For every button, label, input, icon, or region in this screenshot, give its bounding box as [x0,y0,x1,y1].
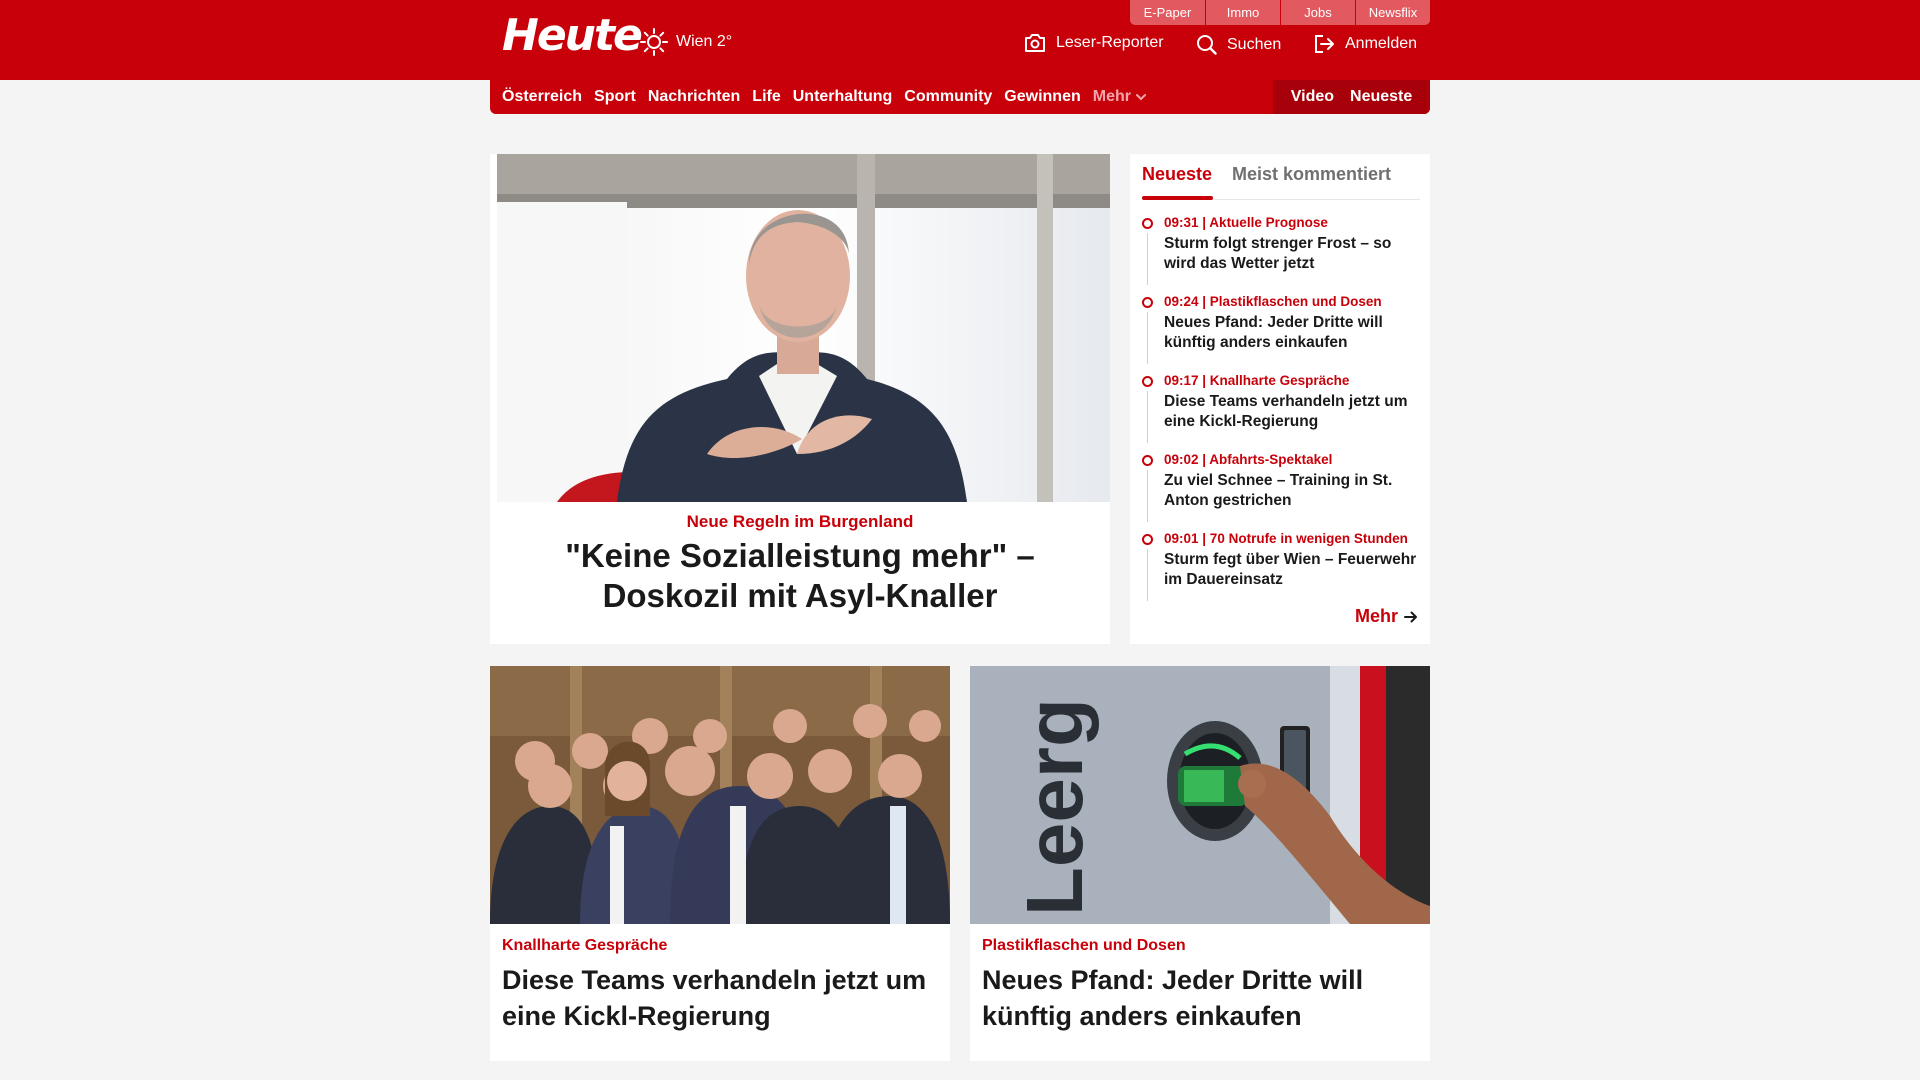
tab-meist-kommentiert[interactable]: Meist kommentiert [1232,164,1391,185]
sidebar-tabs: Neueste Meist kommentiert [1142,164,1420,200]
feed-item-title[interactable]: Zu viel Schnee – Training in St. Anton g… [1164,471,1422,511]
timeline-line [1147,391,1148,443]
site-logo[interactable]: Heute [502,10,643,61]
timeline-line [1147,549,1148,601]
feed-item-title[interactable]: Neues Pfand: Jeder Dritte will künftig a… [1164,313,1422,353]
nav-life[interactable]: Life [752,88,780,106]
sun-icon [640,28,668,56]
nav-nachrichten[interactable]: Nachrichten [648,88,740,106]
search-label: Suchen [1227,35,1282,53]
feed-item[interactable]: 09:31 | Aktuelle Prognose Sturm folgt st… [1142,214,1422,293]
feed-item-meta: 09:17 | Knallharte Gespräche [1164,373,1350,388]
timeline-line [1147,470,1148,522]
search-button[interactable]: Suchen [1196,34,1281,55]
news-feed: 09:31 | Aktuelle Prognose Sturm folgt st… [1142,214,1422,609]
article-card-image[interactable]: Leerg [970,666,1430,924]
nav-more-dropdown[interactable]: Mehr [1093,88,1147,106]
login-button[interactable]: Anmelden [1314,34,1417,54]
main-nav: Österreich Sport Nachrichten Life Unterh… [490,80,1430,114]
top-link-epaper[interactable]: E-Paper [1130,0,1205,25]
nav-community[interactable]: Community [904,88,992,106]
timeline-line [1147,312,1148,364]
sidebar-more-label: Mehr [1354,606,1398,626]
feed-item[interactable]: 09:01 | 70 Notrufe in wenigen Stunden St… [1142,530,1422,609]
feed-item-meta: 09:24 | Plastikflaschen und Dosen [1164,294,1382,309]
weather-label: Wien 2° [676,33,733,50]
machine-lettering: Leerg [1010,698,1099,916]
hero-article[interactable]: Neue Regeln im Burgenland "Keine Soziall… [490,154,1110,644]
tab-neueste[interactable]: Neueste [1142,164,1214,200]
latest-news-sidebar: Neueste Meist kommentiert 09:31 | Aktuel… [1130,154,1430,644]
weather-widget[interactable]: Wien 2° [640,28,732,56]
timeline-dot-icon [1142,218,1153,229]
login-icon [1315,35,1334,53]
article-card-kicker[interactable]: Knallharte Gespräche [502,937,667,955]
feed-item-title[interactable]: Sturm folgt strenger Frost – so wird das… [1164,234,1422,274]
timeline-dot-icon [1142,534,1153,545]
hero-title[interactable]: "Keine Sozialleistung mehr" – Doskozil m… [500,536,1100,616]
top-link-immo[interactable]: Immo [1205,0,1280,25]
hero-image[interactable] [497,154,1110,502]
leser-reporter-label: Leser-Reporter [1056,34,1164,51]
arrow-right-icon [1404,611,1417,622]
article-card[interactable]: Knallharte Gespräche Diese Teams verhand… [490,666,950,1061]
top-link-jobs[interactable]: Jobs [1280,0,1355,25]
camera-icon [1025,34,1045,52]
article-card-title[interactable]: Diese Teams verhandeln jetzt um eine Kic… [502,962,942,1034]
feed-item-meta: 09:31 | Aktuelle Prognose [1164,215,1328,230]
article-card-image[interactable] [490,666,950,924]
nav-gewinnen[interactable]: Gewinnen [1004,88,1080,106]
timeline-dot-icon [1142,455,1153,466]
timeline-dot-icon [1142,297,1153,308]
feed-item[interactable]: 09:02 | Abfahrts-Spektakel Zu viel Schne… [1142,451,1422,530]
timeline-line [1147,233,1148,285]
article-card[interactable]: Leerg Plastikflaschen und Dosen Neues Pf… [970,666,1430,1061]
feed-item-meta: 09:02 | Abfahrts-Spektakel [1164,452,1333,467]
top-links: E-Paper Immo Jobs Newsflix [1130,0,1430,25]
feed-item-title[interactable]: Diese Teams verhandeln jetzt um eine Kic… [1164,392,1422,432]
leser-reporter-button[interactable]: Leser-Reporter [1024,34,1164,52]
top-link-newsflix[interactable]: Newsflix [1355,0,1430,25]
nav-unterhaltung[interactable]: Unterhaltung [793,88,893,106]
timeline-dot-icon [1142,376,1153,387]
nav-sport[interactable]: Sport [594,88,636,106]
nav-neueste[interactable]: Neueste [1350,88,1412,106]
nav-right-group: Video Neueste [1273,80,1430,114]
feed-item[interactable]: 09:17 | Knallharte Gespräche Diese Teams… [1142,372,1422,451]
feed-item-title[interactable]: Sturm fegt über Wien – Feuerwehr im Daue… [1164,550,1422,590]
feed-item-meta: 09:01 | 70 Notrufe in wenigen Stunden [1164,531,1408,546]
search-icon [1197,35,1217,55]
login-label: Anmelden [1345,35,1418,52]
nav-oesterreich[interactable]: Österreich [502,88,582,106]
nav-video[interactable]: Video [1291,88,1334,106]
sidebar-more-link[interactable]: Mehr [1355,606,1418,627]
hero-kicker[interactable]: Neue Regeln im Burgenland [490,512,1110,532]
feed-item[interactable]: 09:24 | Plastikflaschen und Dosen Neues … [1142,293,1422,372]
article-card-kicker[interactable]: Plastikflaschen und Dosen [982,937,1186,955]
article-card-title[interactable]: Neues Pfand: Jeder Dritte will künftig a… [982,962,1422,1034]
nav-more-label: Mehr [1092,88,1131,105]
chevron-down-icon [1135,94,1146,101]
site-header: E-Paper Immo Jobs Newsflix Heute Wien 2°… [0,0,1920,80]
